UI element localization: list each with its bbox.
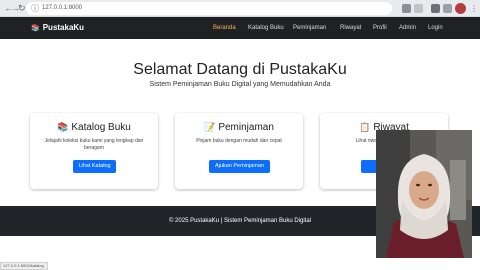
books-icon: 📚 xyxy=(31,25,40,32)
address-bar[interactable]: ⓘ 127.0.0.1:8000 xyxy=(26,2,392,15)
status-bar: 127.0.0.1:8000/katalog xyxy=(0,262,48,270)
extensions-icon[interactable] xyxy=(431,4,440,13)
presenter-video xyxy=(376,130,472,258)
nav-admin[interactable]: Admin xyxy=(399,24,416,32)
navbar: 📚 PustakaKu Beranda Katalog Buku Peminjam… xyxy=(0,17,480,39)
browser-toolbar: ← → ↻ ⓘ 127.0.0.1:8000 ⋮ xyxy=(0,0,480,17)
ajukan-peminjaman-button[interactable]: Ajukan Peminjaman xyxy=(209,160,270,173)
clipboard-icon: 📋 xyxy=(359,122,371,132)
card-katalog: 📚 Katalog Buku Jelajahi koleksi buku kami… xyxy=(30,113,158,189)
page-title: Selamat Datang di PustakaKu xyxy=(133,61,347,78)
card-text-peminjaman: Pinjam buku dengan mudah dan cepat xyxy=(196,138,282,144)
url-text: 127.0.0.1:8000 xyxy=(42,5,83,11)
nav-katalog-buku[interactable]: Katalog Buku xyxy=(248,24,284,32)
nav-peminjaman[interactable]: Peminjaman xyxy=(293,24,326,32)
card-title-katalog: Katalog Buku xyxy=(71,122,131,133)
card-peminjaman: 📝 Peminjaman Pinjam buku dengan mudah dan… xyxy=(175,113,303,189)
webcam-overlay xyxy=(376,130,472,258)
lihat-katalog-button[interactable]: Lihat Katalog xyxy=(73,160,116,173)
star-icon[interactable] xyxy=(414,4,423,13)
page-subtitle: Sistem Peminjaman Buku Digital yang Memu… xyxy=(149,81,331,88)
nav-riwayat[interactable]: Riwayat xyxy=(340,24,361,32)
info-icon[interactable]: ⓘ xyxy=(31,3,39,14)
card-title-peminjaman: Peminjaman xyxy=(218,122,274,133)
reload-icon[interactable]: ↻ xyxy=(18,3,26,14)
card-text-katalog: Jelajahi koleksi buku kami yang lengkap … xyxy=(44,138,144,151)
profile-avatar[interactable] xyxy=(455,3,466,14)
brand-name: PustakaKu xyxy=(42,23,85,32)
kebab-menu-icon[interactable]: ⋮ xyxy=(470,3,478,14)
download-icon[interactable] xyxy=(443,4,452,13)
nav-login[interactable]: Login xyxy=(428,24,443,32)
translate-icon[interactable] xyxy=(402,4,411,13)
books-icon: 📚 xyxy=(57,122,69,132)
memo-icon: 📝 xyxy=(204,122,216,132)
brand-link[interactable]: 📚 PustakaKu xyxy=(31,22,84,35)
nav-beranda[interactable]: Beranda xyxy=(213,24,236,32)
nav-profil[interactable]: Profil xyxy=(373,24,387,32)
